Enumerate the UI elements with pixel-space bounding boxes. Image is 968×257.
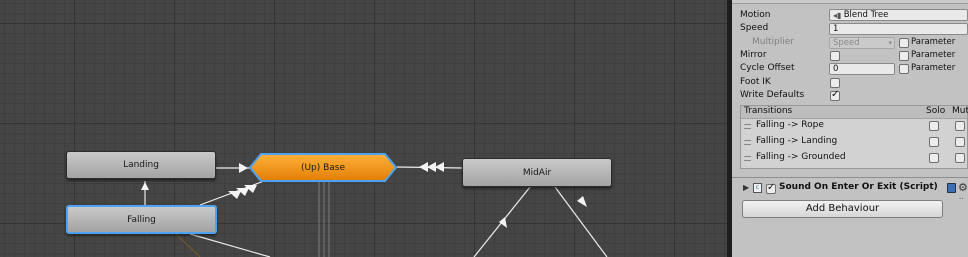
transition-label: Falling -> Grounded xyxy=(756,152,846,162)
transition-row[interactable]: Falling -> Rope xyxy=(741,118,967,133)
arrow-falling-base-1 xyxy=(228,191,241,199)
motion-label: Motion xyxy=(740,10,771,20)
multiplier-parameter-label: Parameter xyxy=(911,37,956,47)
state-node-midair[interactable]: MidAir xyxy=(462,158,612,187)
speed-field[interactable]: 1 xyxy=(829,23,968,35)
checkmark-icon: ✓ xyxy=(831,89,840,100)
state-node-falling[interactable]: Falling xyxy=(66,205,217,234)
dropdown-arrow-icon: ▾ xyxy=(888,39,892,47)
drag-handle-icon[interactable] xyxy=(744,140,751,145)
arrow-midair-down xyxy=(577,196,587,207)
inspector-top-edge xyxy=(732,0,968,4)
multiplier-value: Speed xyxy=(833,38,860,48)
state-label: Falling xyxy=(127,214,156,225)
mute-checkbox[interactable] xyxy=(955,153,965,163)
transition-label: Falling -> Rope xyxy=(756,120,824,130)
mirror-label: Mirror xyxy=(740,50,767,60)
cycle-offset-value: 0 xyxy=(833,64,839,74)
inspector-panel: Motion ◂▮ Blend Tree Speed 1 Multiplier … xyxy=(732,0,968,257)
mirror-parameter-checkbox[interactable] xyxy=(899,51,909,61)
arrow-midair-base-1 xyxy=(419,162,428,172)
animator-graph[interactable]: Landing Falling (Up) Base MidAir xyxy=(0,0,727,257)
state-label: (Up) Base xyxy=(300,162,346,173)
drag-handle-icon[interactable] xyxy=(744,124,751,129)
speed-value: 1 xyxy=(833,24,839,34)
state-label: Landing xyxy=(123,160,159,170)
arrow-midair-base-2 xyxy=(427,162,436,172)
foldout-arrow-icon[interactable]: ▶ xyxy=(743,183,749,192)
edge-falling-to-grounded xyxy=(189,233,271,257)
add-behaviour-button[interactable]: Add Behaviour xyxy=(742,200,943,218)
arrow-midair-base-3 xyxy=(435,162,444,172)
arrow-to-midair xyxy=(499,217,507,228)
cycle-offset-parameter-checkbox[interactable] xyxy=(899,64,909,74)
foot-ik-label: Foot IK xyxy=(740,77,771,87)
more-options-icon[interactable]: .. xyxy=(959,193,963,201)
checkmark-icon: ✓ xyxy=(767,182,776,193)
transitions-list: Transitions Solo Mute Falling -> Rope Fa… xyxy=(740,105,968,169)
write-defaults-label: Write Defaults xyxy=(740,90,805,100)
component-header[interactable]: ▶ c ✓ Sound On Enter Or Exit (Script) ⚙ xyxy=(732,181,968,197)
motion-value: Blend Tree xyxy=(843,10,889,20)
drag-handle-icon[interactable] xyxy=(744,156,751,161)
arrow-falling-landing xyxy=(141,182,149,190)
solo-checkbox[interactable] xyxy=(929,121,939,131)
cycle-offset-field[interactable]: 0 xyxy=(829,63,895,75)
blend-tree-icon: ◂▮ xyxy=(833,11,842,20)
motion-field[interactable]: ◂▮ Blend Tree xyxy=(829,9,968,21)
edge-midair-to-down-right xyxy=(554,186,608,257)
write-defaults-checkbox[interactable]: ✓ xyxy=(830,89,840,101)
mute-column-label: Mute xyxy=(952,106,968,116)
mute-checkbox[interactable] xyxy=(955,121,965,131)
multiplier-parameter-checkbox[interactable] xyxy=(899,38,909,48)
arrow-landing-base xyxy=(239,163,248,173)
state-node-up-base[interactable]: (Up) Base xyxy=(249,153,397,182)
mirror-parameter-label: Parameter xyxy=(911,50,956,60)
edge-orange-hint xyxy=(175,233,201,257)
transitions-title: Transitions xyxy=(744,106,793,116)
state-label: MidAir xyxy=(522,167,552,178)
component-enabled-checkbox[interactable]: ✓ xyxy=(766,182,776,194)
cycle-offset-parameter-label: Parameter xyxy=(911,63,956,73)
transition-row[interactable]: Falling -> Grounded xyxy=(741,150,967,165)
mirror-checkbox[interactable] xyxy=(830,51,840,61)
solo-checkbox[interactable] xyxy=(929,137,939,147)
help-book-icon[interactable] xyxy=(947,183,956,193)
foot-ik-checkbox[interactable] xyxy=(830,78,840,88)
multiplier-label: Multiplier xyxy=(752,37,794,47)
solo-column-label: Solo xyxy=(926,106,946,116)
state-node-landing[interactable]: Landing xyxy=(66,151,216,179)
component-title: Sound On Enter Or Exit (Script) xyxy=(779,182,938,192)
component-separator xyxy=(732,177,968,178)
mute-checkbox[interactable] xyxy=(955,137,965,147)
script-icon: c xyxy=(753,183,762,193)
transition-row[interactable]: Falling -> Landing xyxy=(741,134,967,149)
transition-label: Falling -> Landing xyxy=(756,136,838,146)
cycle-offset-label: Cycle Offset xyxy=(740,63,795,73)
solo-checkbox[interactable] xyxy=(929,153,939,163)
speed-label: Speed xyxy=(740,23,769,33)
multiplier-dropdown[interactable]: Speed ▾ xyxy=(829,37,895,49)
